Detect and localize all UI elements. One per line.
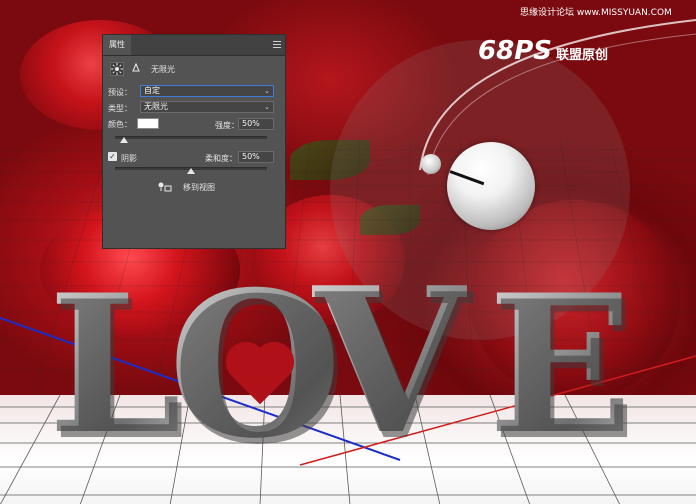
intensity-value: 50%	[242, 119, 260, 128]
chevron-down-icon: ⌄	[264, 87, 270, 95]
softness-slider-thumb[interactable]	[187, 168, 195, 174]
light-source-handle[interactable]	[421, 154, 441, 174]
preset-value: 自定	[144, 86, 160, 95]
chevron-down-icon: ⌄	[264, 103, 270, 111]
move-to-view-icon	[158, 182, 172, 192]
light-direction-widget[interactable]	[447, 142, 535, 230]
move-to-view-button[interactable]: 移到视图	[157, 181, 237, 195]
light-type-heading: 无限光	[151, 65, 175, 74]
intensity-slider-track[interactable]	[115, 136, 267, 139]
shadow-checkbox[interactable]: ✓	[108, 152, 117, 161]
softness-value: 50%	[242, 152, 260, 161]
move-to-view-label: 移到视图	[183, 183, 215, 192]
type-select[interactable]: 无限光 ⌄	[140, 101, 274, 113]
preset-select[interactable]: 自定 ⌄	[140, 85, 274, 97]
panel-menu-icon[interactable]	[273, 41, 281, 48]
tab-properties[interactable]: 属性	[103, 35, 131, 55]
watermark-logo-ps: PS	[514, 36, 552, 66]
color-label: 颜色：	[108, 120, 132, 129]
preset-label: 预设：	[108, 88, 132, 97]
watermark-logo: 68PS 联盟原创	[478, 36, 608, 66]
type-value: 无限光	[144, 102, 168, 111]
softness-label: 柔和度：	[205, 154, 237, 163]
watermark-logo-text: 联盟原创	[555, 48, 608, 63]
light-color-swatch[interactable]	[137, 118, 159, 129]
intensity-slider-thumb[interactable]	[120, 137, 129, 143]
light-spot-icon[interactable]	[129, 62, 143, 76]
light-bulb-sun-icon[interactable]	[110, 62, 124, 76]
watermark-top-right: 思缘设计论坛 www.MISSYUAN.COM	[520, 8, 672, 18]
intensity-field[interactable]: 50%	[238, 118, 274, 130]
letter-e: E	[488, 253, 633, 476]
letter-l: L	[48, 253, 182, 476]
watermark-logo-number: 68	[478, 36, 515, 66]
softness-field[interactable]: 50%	[238, 151, 274, 163]
panel-tabbar: 属性	[103, 35, 285, 56]
type-label: 类型：	[108, 104, 132, 113]
letter-v: V	[312, 244, 468, 479]
intensity-label: 强度：	[215, 121, 239, 130]
light-heading-row: 无限光	[103, 62, 287, 78]
shadow-label: 阴影	[121, 154, 137, 163]
properties-panel: 属性 无限光 预设： 自定 ⌄ 类型： 无限光 ⌄ 颜色： 强度： 50% ✓ …	[102, 34, 286, 249]
